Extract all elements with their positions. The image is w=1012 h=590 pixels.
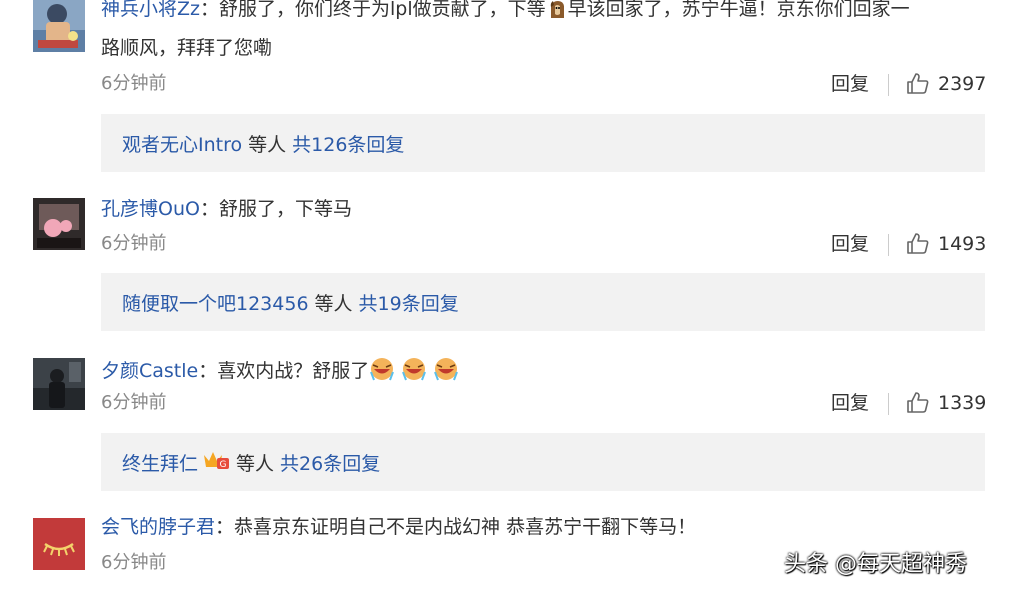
svg-text:G: G <box>220 460 227 470</box>
comment-text-line2: 路顺风，拜拜了您嘞 <box>101 37 273 59</box>
reply-username[interactable]: 终生拜仁 <box>122 449 198 476</box>
divider <box>888 393 889 415</box>
reply-button[interactable]: 回复 <box>831 232 869 256</box>
laugh-cry-emoji <box>369 356 459 389</box>
horse-emoji <box>546 0 568 27</box>
reply-button[interactable]: 回复 <box>831 72 869 96</box>
comment-text-line: 孔彦博OuO：舒服了，下等马 <box>101 196 352 222</box>
avatar[interactable] <box>33 518 85 570</box>
like-count: 1493 <box>938 233 987 255</box>
thumbs-up-icon <box>906 232 930 256</box>
reply-total-link[interactable]: 共19条回复 <box>359 289 459 316</box>
colon: ： <box>199 198 219 220</box>
comment-time: 6分钟前 <box>101 552 167 573</box>
reply-username[interactable]: 随便取一个吧123456 <box>122 289 309 316</box>
like-count: 1339 <box>938 392 987 414</box>
comment-time: 6分钟前 <box>101 73 167 94</box>
watermark: 头条 @每天超神秀 <box>784 552 967 577</box>
comment-text: 舒服了，你们终于为lpl做贡献了，下等 <box>219 0 546 20</box>
avatar[interactable] <box>33 0 85 52</box>
divider <box>888 234 889 256</box>
vip-badge-icon: G <box>202 449 230 476</box>
like-count: 2397 <box>938 73 987 95</box>
like-button[interactable]: 2397 <box>906 71 986 97</box>
like-button[interactable]: 1339 <box>906 390 986 416</box>
comment-username[interactable]: 神兵小将Zz <box>101 0 200 20</box>
reply-others-label: 等人 <box>248 133 287 156</box>
comment-username[interactable]: 会飞的脖子君 <box>101 516 215 538</box>
comment-text-line: 夕颜Castle：喜欢内战？舒服了 <box>101 356 459 389</box>
comment-time: 6分钟前 <box>101 233 167 254</box>
comment-text: 恭喜京东证明自己不是内战幻神 恭喜苏宁干翻下等马！ <box>234 516 697 538</box>
thumbs-up-icon <box>906 391 930 415</box>
thumbs-up-icon <box>906 72 930 96</box>
reply-total-link[interactable]: 共126条回复 <box>292 130 404 157</box>
colon: ： <box>215 516 235 538</box>
replies-summary[interactable]: 观者无心Intro 等人 共126条回复 <box>101 114 985 172</box>
comment-text: 喜欢内战？舒服了 <box>217 360 370 382</box>
comment-text-line: 神兵小将Zz：舒服了，你们终于为lpl做贡献了，下等 早该回家了，苏宁牛逼！京东你… <box>101 0 910 27</box>
colon: ： <box>200 0 220 20</box>
replies-summary[interactable]: 终生拜仁 G 等人 共26条回复 <box>101 433 985 491</box>
comment-username[interactable]: 孔彦博OuO <box>101 198 200 220</box>
replies-summary[interactable]: 随便取一个吧123456 等人 共19条回复 <box>101 273 985 331</box>
comment-text: 舒服了，下等马 <box>218 198 352 220</box>
comment-username[interactable]: 夕颜Castle <box>101 360 198 382</box>
reply-button[interactable]: 回复 <box>831 391 869 415</box>
reply-others-label: 等人 <box>314 292 353 315</box>
avatar[interactable] <box>33 358 85 410</box>
reply-username[interactable]: 观者无心Intro <box>122 130 242 157</box>
like-button[interactable]: 1493 <box>906 231 986 257</box>
comment-text-line: 会飞的脖子君：恭喜京东证明自己不是内战幻神 恭喜苏宁干翻下等马！ <box>101 514 696 540</box>
comment-time: 6分钟前 <box>101 392 167 413</box>
avatar[interactable] <box>33 198 85 250</box>
colon: ： <box>198 360 218 382</box>
reply-total-link[interactable]: 共26条回复 <box>280 449 380 476</box>
divider <box>888 74 889 96</box>
reply-others-label: 等人 <box>236 452 275 475</box>
comment-text-cont: 早该回家了，苏宁牛逼！京东你们回家一 <box>567 0 910 20</box>
